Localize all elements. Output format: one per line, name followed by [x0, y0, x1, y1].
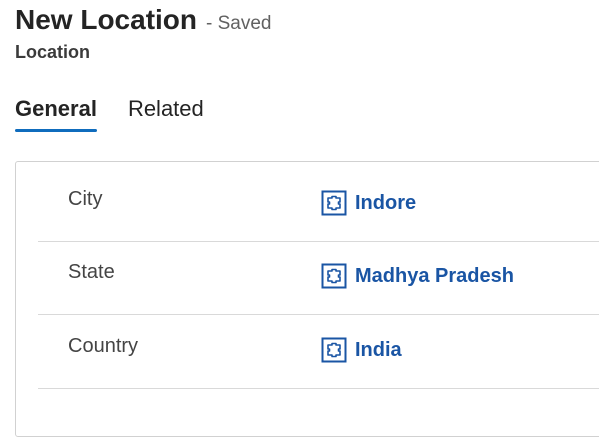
country-lookup-link[interactable]: India	[321, 337, 402, 363]
lookup-record-icon	[321, 263, 347, 289]
tab-list: General Related	[15, 96, 204, 132]
field-row-country: Country India	[38, 315, 599, 389]
lookup-record-icon	[321, 337, 347, 363]
country-label: Country	[68, 335, 139, 357]
field-row-state: State Madhya Pradesh	[38, 241, 599, 315]
page-title: New Location	[15, 4, 198, 35]
form-header: New Location - Saved Location	[15, 2, 272, 63]
save-status: - Saved	[206, 13, 272, 34]
country-value: India	[355, 338, 402, 361]
city-lookup-link[interactable]: Indore	[321, 190, 416, 216]
city-label: City	[68, 188, 103, 210]
state-lookup-link[interactable]: Madhya Pradesh	[321, 263, 514, 289]
city-value: Indore	[355, 191, 417, 214]
tab-general[interactable]: General	[15, 96, 97, 132]
state-label: State	[68, 261, 115, 283]
entity-name: Location	[15, 42, 90, 62]
tab-related[interactable]: Related	[128, 96, 204, 132]
title-row: New Location - Saved	[15, 2, 272, 38]
location-form: New Location - Saved Location General Re…	[0, 0, 599, 439]
state-value: Madhya Pradesh	[355, 264, 514, 287]
general-section: City Indore State Madhya Pradesh Country	[15, 161, 599, 437]
field-row-city: City Indore	[38, 168, 599, 242]
lookup-record-icon	[321, 190, 347, 216]
